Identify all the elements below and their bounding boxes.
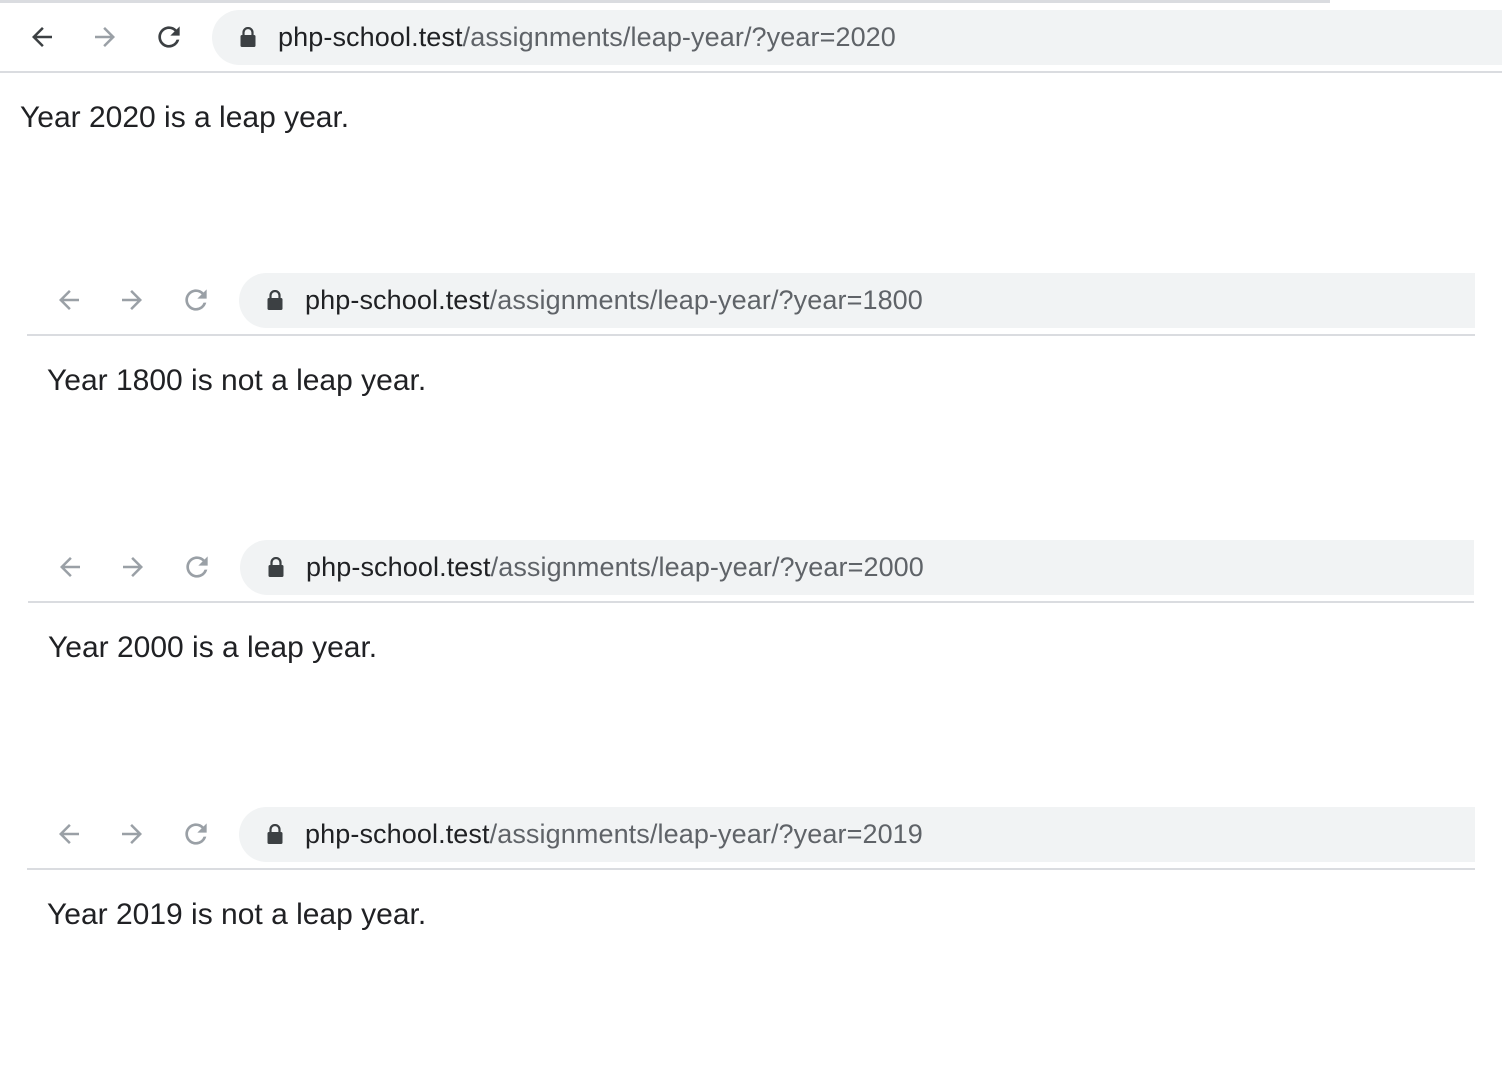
browser-toolbar: php-school.test/assignments/leap-year/?y… xyxy=(0,0,1502,73)
lock-icon xyxy=(265,824,285,846)
forward-button[interactable] xyxy=(111,545,155,589)
back-button[interactable] xyxy=(47,278,91,322)
url-text: php-school.test/assignments/leap-year/?y… xyxy=(306,552,924,583)
forward-button[interactable] xyxy=(110,278,154,322)
browser-toolbar: php-school.test/assignments/leap-year/?y… xyxy=(27,263,1475,336)
back-button[interactable] xyxy=(48,545,92,589)
url-text: php-school.test/assignments/leap-year/?y… xyxy=(278,22,896,53)
page-message: Year 2019 is not a leap year. xyxy=(47,898,427,931)
url-text: php-school.test/assignments/leap-year/?y… xyxy=(305,285,923,316)
url-host: php-school.test xyxy=(306,552,491,582)
reload-icon xyxy=(185,289,207,311)
address-bar[interactable]: php-school.test/assignments/leap-year/?y… xyxy=(239,273,1475,328)
reload-button[interactable] xyxy=(147,15,191,59)
arrow-left-icon xyxy=(59,824,79,844)
page-message: Year 2020 is a leap year. xyxy=(20,101,350,134)
browser-screenshot-4: php-school.test/assignments/leap-year/?y… xyxy=(27,797,1475,967)
url-path: /assignments/leap-year/?year=1800 xyxy=(489,285,923,315)
reload-icon xyxy=(185,823,207,845)
back-button[interactable] xyxy=(20,15,64,59)
arrow-left-icon xyxy=(32,27,52,47)
browser-screenshot-2: php-school.test/assignments/leap-year/?y… xyxy=(27,263,1475,433)
arrow-left-icon xyxy=(59,290,79,310)
arrow-right-icon xyxy=(122,290,142,310)
reload-icon xyxy=(186,556,208,578)
reload-button[interactable] xyxy=(175,545,219,589)
browser-toolbar: php-school.test/assignments/leap-year/?y… xyxy=(27,797,1475,870)
reload-icon xyxy=(158,26,180,48)
url-host: php-school.test xyxy=(305,819,490,849)
address-bar[interactable]: php-school.test/assignments/leap-year/?y… xyxy=(240,540,1474,595)
forward-button[interactable] xyxy=(83,15,127,59)
url-path: /assignments/leap-year/?year=2020 xyxy=(462,22,896,52)
reload-button[interactable] xyxy=(174,278,218,322)
url-host: php-school.test xyxy=(305,285,490,315)
browser-toolbar: php-school.test/assignments/leap-year/?y… xyxy=(28,530,1474,603)
arrow-left-icon xyxy=(60,557,80,577)
lock-icon xyxy=(266,557,286,579)
back-button[interactable] xyxy=(47,812,91,856)
forward-button[interactable] xyxy=(110,812,154,856)
browser-screenshot-1: php-school.test/assignments/leap-year/?y… xyxy=(0,0,1502,170)
address-bar[interactable]: php-school.test/assignments/leap-year/?y… xyxy=(212,10,1502,65)
arrow-right-icon xyxy=(122,824,142,844)
reload-button[interactable] xyxy=(174,812,218,856)
url-text: php-school.test/assignments/leap-year/?y… xyxy=(305,819,923,850)
page-message: Year 2000 is a leap year. xyxy=(48,631,378,664)
lock-icon xyxy=(238,27,258,49)
address-bar[interactable]: php-school.test/assignments/leap-year/?y… xyxy=(239,807,1475,862)
arrow-right-icon xyxy=(123,557,143,577)
lock-icon xyxy=(265,290,285,312)
url-path: /assignments/leap-year/?year=2019 xyxy=(489,819,923,849)
url-path: /assignments/leap-year/?year=2000 xyxy=(490,552,924,582)
arrow-right-icon xyxy=(95,27,115,47)
browser-screenshot-3: php-school.test/assignments/leap-year/?y… xyxy=(28,530,1474,700)
page-message: Year 1800 is not a leap year. xyxy=(47,364,427,397)
url-host: php-school.test xyxy=(278,22,463,52)
